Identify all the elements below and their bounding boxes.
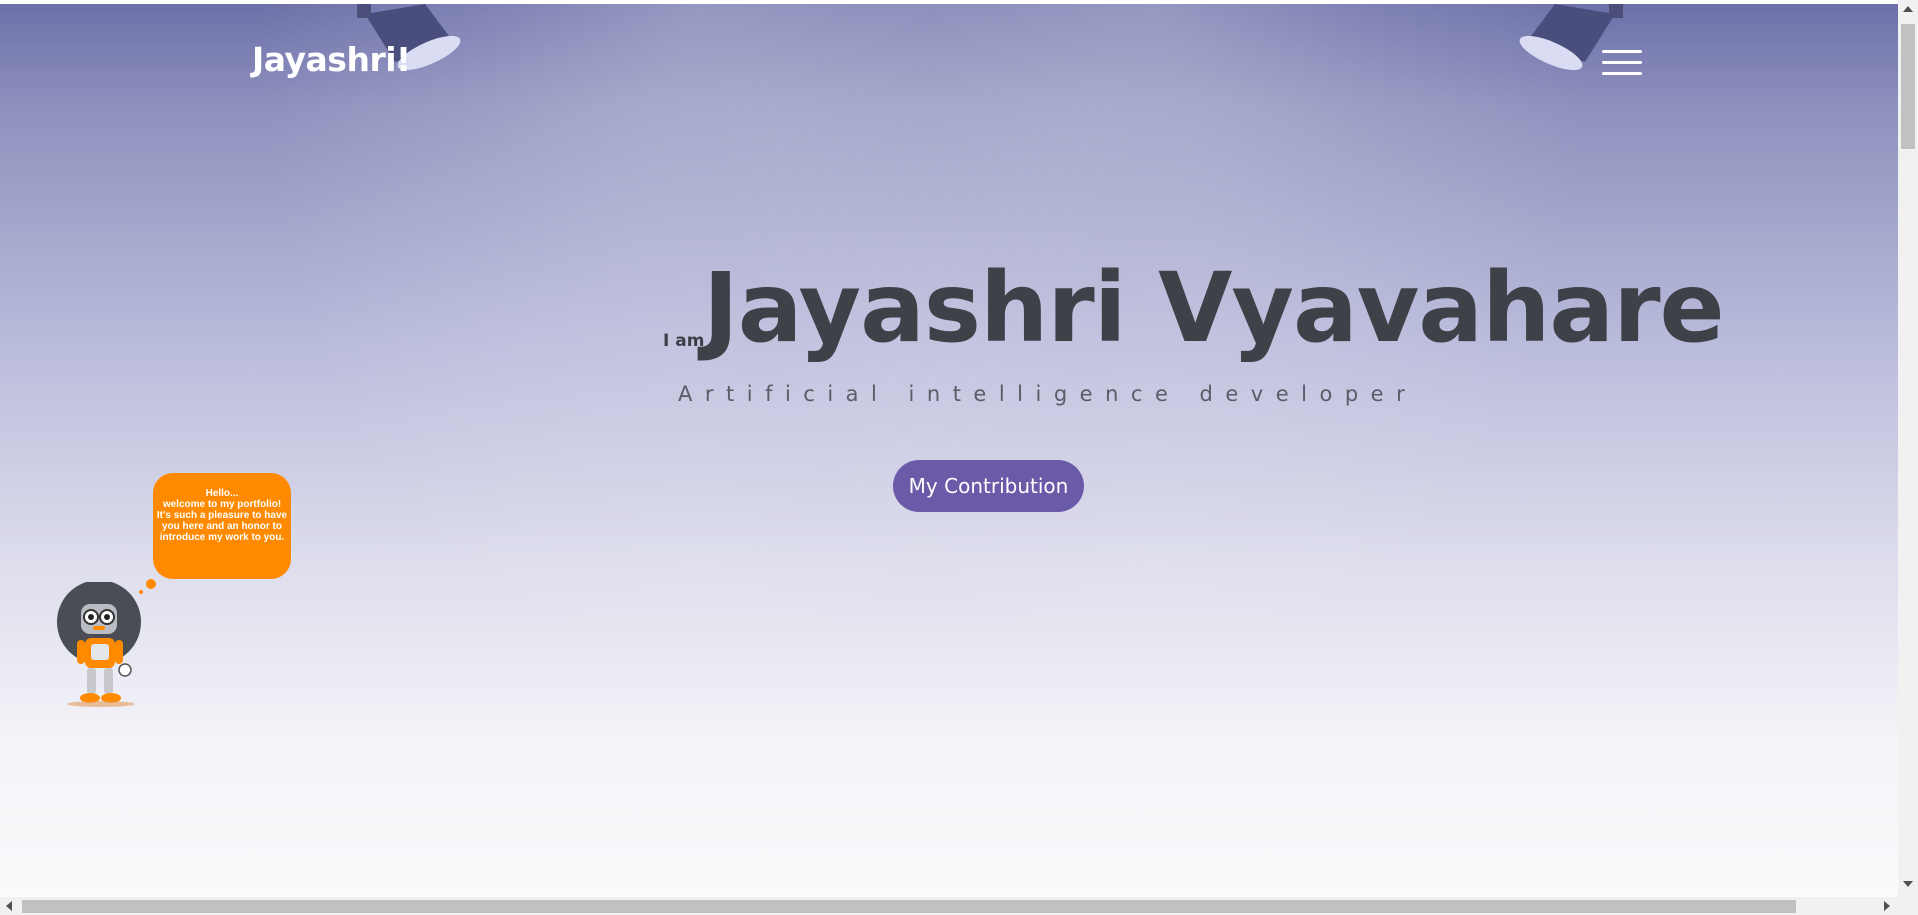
scroll-left-arrow-icon[interactable] xyxy=(5,901,13,911)
my-contribution-button[interactable]: My Contribution xyxy=(893,460,1084,512)
hero-prefix: I am xyxy=(663,331,705,351)
chat-bubble-line: Hello... xyxy=(205,488,239,499)
horizontal-scrollbar-thumb[interactable] xyxy=(22,900,1796,913)
hero-name-heading: Jayashri Vyavahare xyxy=(703,252,1725,364)
hamburger-menu-icon[interactable] xyxy=(1602,50,1642,80)
chat-bubble-line: introduce my work to you. xyxy=(159,532,285,543)
chat-bubble-line: It's such a pleasure to have xyxy=(156,510,288,521)
scrollbar-corner xyxy=(1898,897,1918,915)
chat-bubble: Hello... welcome to my portfolio! It's s… xyxy=(153,473,291,579)
scroll-right-arrow-icon[interactable] xyxy=(1883,901,1891,911)
page-viewport: Jayashri! I am Jayashri Vyavahare Artifi… xyxy=(0,0,1898,897)
vertical-scrollbar[interactable] xyxy=(1898,0,1918,897)
chat-bubble-line: welcome to my portfolio! xyxy=(162,499,282,510)
hero-role-subtitle: Artificial intelligence developer xyxy=(678,382,1418,406)
robot-mascot-icon[interactable] xyxy=(55,582,155,712)
scroll-up-arrow-icon[interactable] xyxy=(1903,5,1913,13)
vertical-scrollbar-thumb[interactable] xyxy=(1901,24,1915,149)
horizontal-scrollbar[interactable] xyxy=(0,897,1898,915)
site-logo[interactable]: Jayashri! xyxy=(252,40,411,79)
chat-bubble-line: you here and an honor to xyxy=(161,521,282,532)
scroll-down-arrow-icon[interactable] xyxy=(1903,880,1913,888)
